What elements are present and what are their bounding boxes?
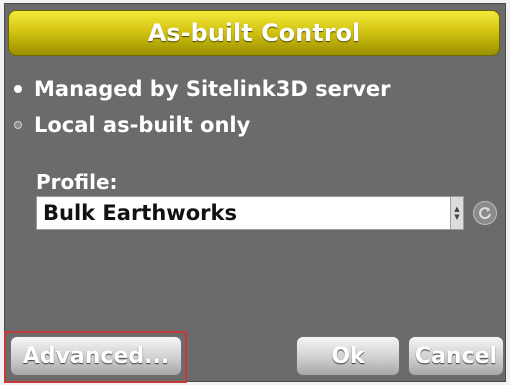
up-down-arrows-icon[interactable]: ▲ ▼ bbox=[450, 197, 463, 229]
dialog-title: As-built Control bbox=[147, 19, 361, 47]
ok-button[interactable]: Ok bbox=[296, 336, 400, 376]
radio-unselected-icon bbox=[14, 121, 22, 129]
radio-local-as-built-only[interactable]: Local as-built only bbox=[10, 110, 250, 140]
radio-managed-by-sitelink3d[interactable]: Managed by Sitelink3D server bbox=[10, 74, 391, 104]
advanced-button-label: Advanced... bbox=[22, 343, 170, 369]
profile-label: Profile: bbox=[36, 170, 118, 194]
radio-label: Managed by Sitelink3D server bbox=[34, 77, 391, 101]
refresh-icon[interactable] bbox=[473, 201, 497, 225]
radio-selected-icon bbox=[14, 85, 22, 93]
cancel-button[interactable]: Cancel bbox=[408, 336, 504, 376]
profile-selected-value: Bulk Earthworks bbox=[43, 201, 237, 225]
cancel-button-label: Cancel bbox=[414, 343, 498, 369]
profile-dropdown[interactable]: Bulk Earthworks ▲ ▼ bbox=[36, 196, 464, 230]
radio-label: Local as-built only bbox=[34, 113, 251, 137]
dialog-title-bar: As-built Control bbox=[8, 10, 500, 56]
ok-button-label: Ok bbox=[331, 343, 365, 369]
advanced-button[interactable]: Advanced... bbox=[10, 336, 182, 376]
